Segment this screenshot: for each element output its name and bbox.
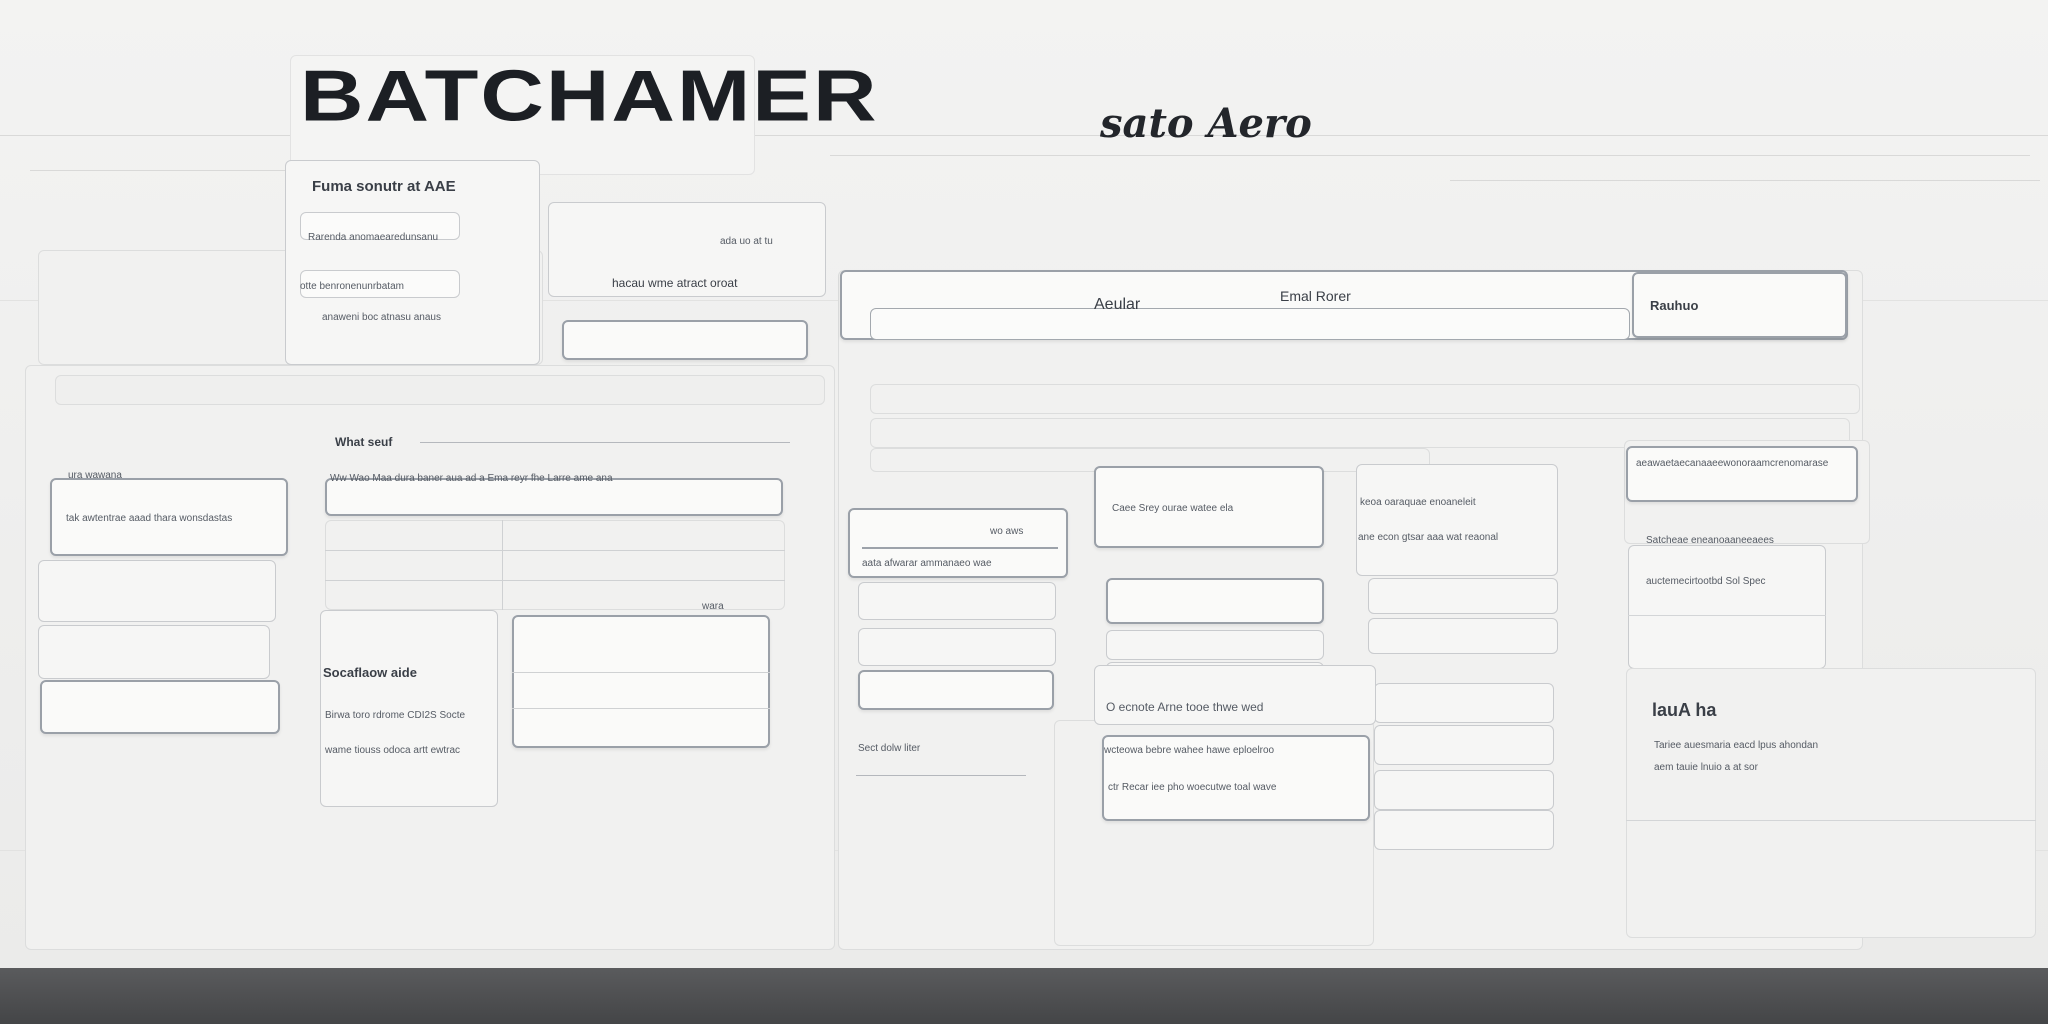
- app-title: BATCHAMER: [300, 55, 879, 137]
- center-section-heading: What seuf: [335, 435, 393, 449]
- bottom-right-line: aem tauie lnuio a at sor: [1654, 762, 1758, 773]
- whiteboard-canvas: BATCHAMER sato Aero Fuma sonutr at AAE R…: [0, 0, 2048, 968]
- right-column-info[interactable]: [1628, 545, 1826, 669]
- right-column-top-line: aeawaetaecanaaeewonoraamcrenomarase: [1636, 458, 1829, 469]
- top-mid-input[interactable]: [562, 320, 808, 360]
- right-column-card[interactable]: [1626, 446, 1858, 502]
- left-panel-heading: Fuma sonutr at AAE: [312, 178, 456, 195]
- mid-card-c[interactable]: [1356, 464, 1558, 576]
- top-mid-line: hacau wme atract oroat: [612, 276, 738, 290]
- mid-card-a-footer: aata afwarar ammanaeo wae: [862, 558, 992, 569]
- bottom-mid-side-label: Sect dolw liter: [858, 743, 921, 754]
- floor: [0, 968, 2048, 1024]
- center-row-text: Ww Wao Maa dura baner aua ad a Ema reyr …: [330, 473, 613, 484]
- bottom-mid-title: O ecnote Arne tooe thwe wed: [1106, 700, 1264, 714]
- center-bottom-box[interactable]: [512, 615, 770, 748]
- left-list-card-text: tak awtentrae aaad thara wonsdastas: [66, 513, 233, 524]
- mid-card-c-line: ane econ gtsar aaa wat reaonal: [1358, 532, 1499, 543]
- bottom-right-line: Tariee auesmaria eacd lpus ahondan: [1654, 740, 1818, 751]
- left-panel-row: Rarenda anomaearedunsanu: [308, 232, 439, 243]
- left-panel-row: otte benronenunrbatam: [300, 281, 404, 292]
- tab-left-label: Aeular: [1094, 296, 1141, 313]
- tab-right-label: Rauhuo: [1650, 298, 1699, 313]
- mid-card-a-caption: wo aws: [990, 526, 1024, 537]
- top-mid-caption: ada uo at tu: [720, 236, 773, 247]
- tab-left[interactable]: [870, 308, 1630, 340]
- mid-card-c-line: keoa oaraquae enoaneleit: [1360, 497, 1476, 508]
- right-column-sub: auctemecirtootbd Sol Spec: [1646, 576, 1766, 587]
- bottom-left-card-line: Birwa toro rdrome CDI2S Socte: [325, 710, 466, 721]
- header-subtitle: sato Aero: [1100, 100, 1312, 147]
- bottom-left-card-line: wame tiouss odoca artt ewtrac: [325, 745, 461, 756]
- bottom-mid-line: ctr Recar iee pho woecutwe toal wave: [1108, 782, 1277, 793]
- bottom-left-card-label: Socaflaow aide: [323, 665, 417, 680]
- bottom-mid-line: wcteowa bebre wahee hawe eploelroo: [1104, 745, 1275, 756]
- bottom-right-heading: lauA ha: [1652, 700, 1717, 720]
- tab-center-label: Emal Rorer: [1280, 288, 1351, 304]
- bottom-left-card[interactable]: [320, 610, 498, 807]
- bottom-mid-card[interactable]: [1094, 665, 1376, 725]
- left-panel-row: anaweni boc atnasu anaus: [322, 312, 441, 323]
- corner-tag: wara: [702, 601, 724, 612]
- mid-card-b-text: Caee Srey ourae watee ela: [1112, 503, 1234, 514]
- right-column-label: Satcheae eneanoaaneeaees: [1646, 535, 1774, 546]
